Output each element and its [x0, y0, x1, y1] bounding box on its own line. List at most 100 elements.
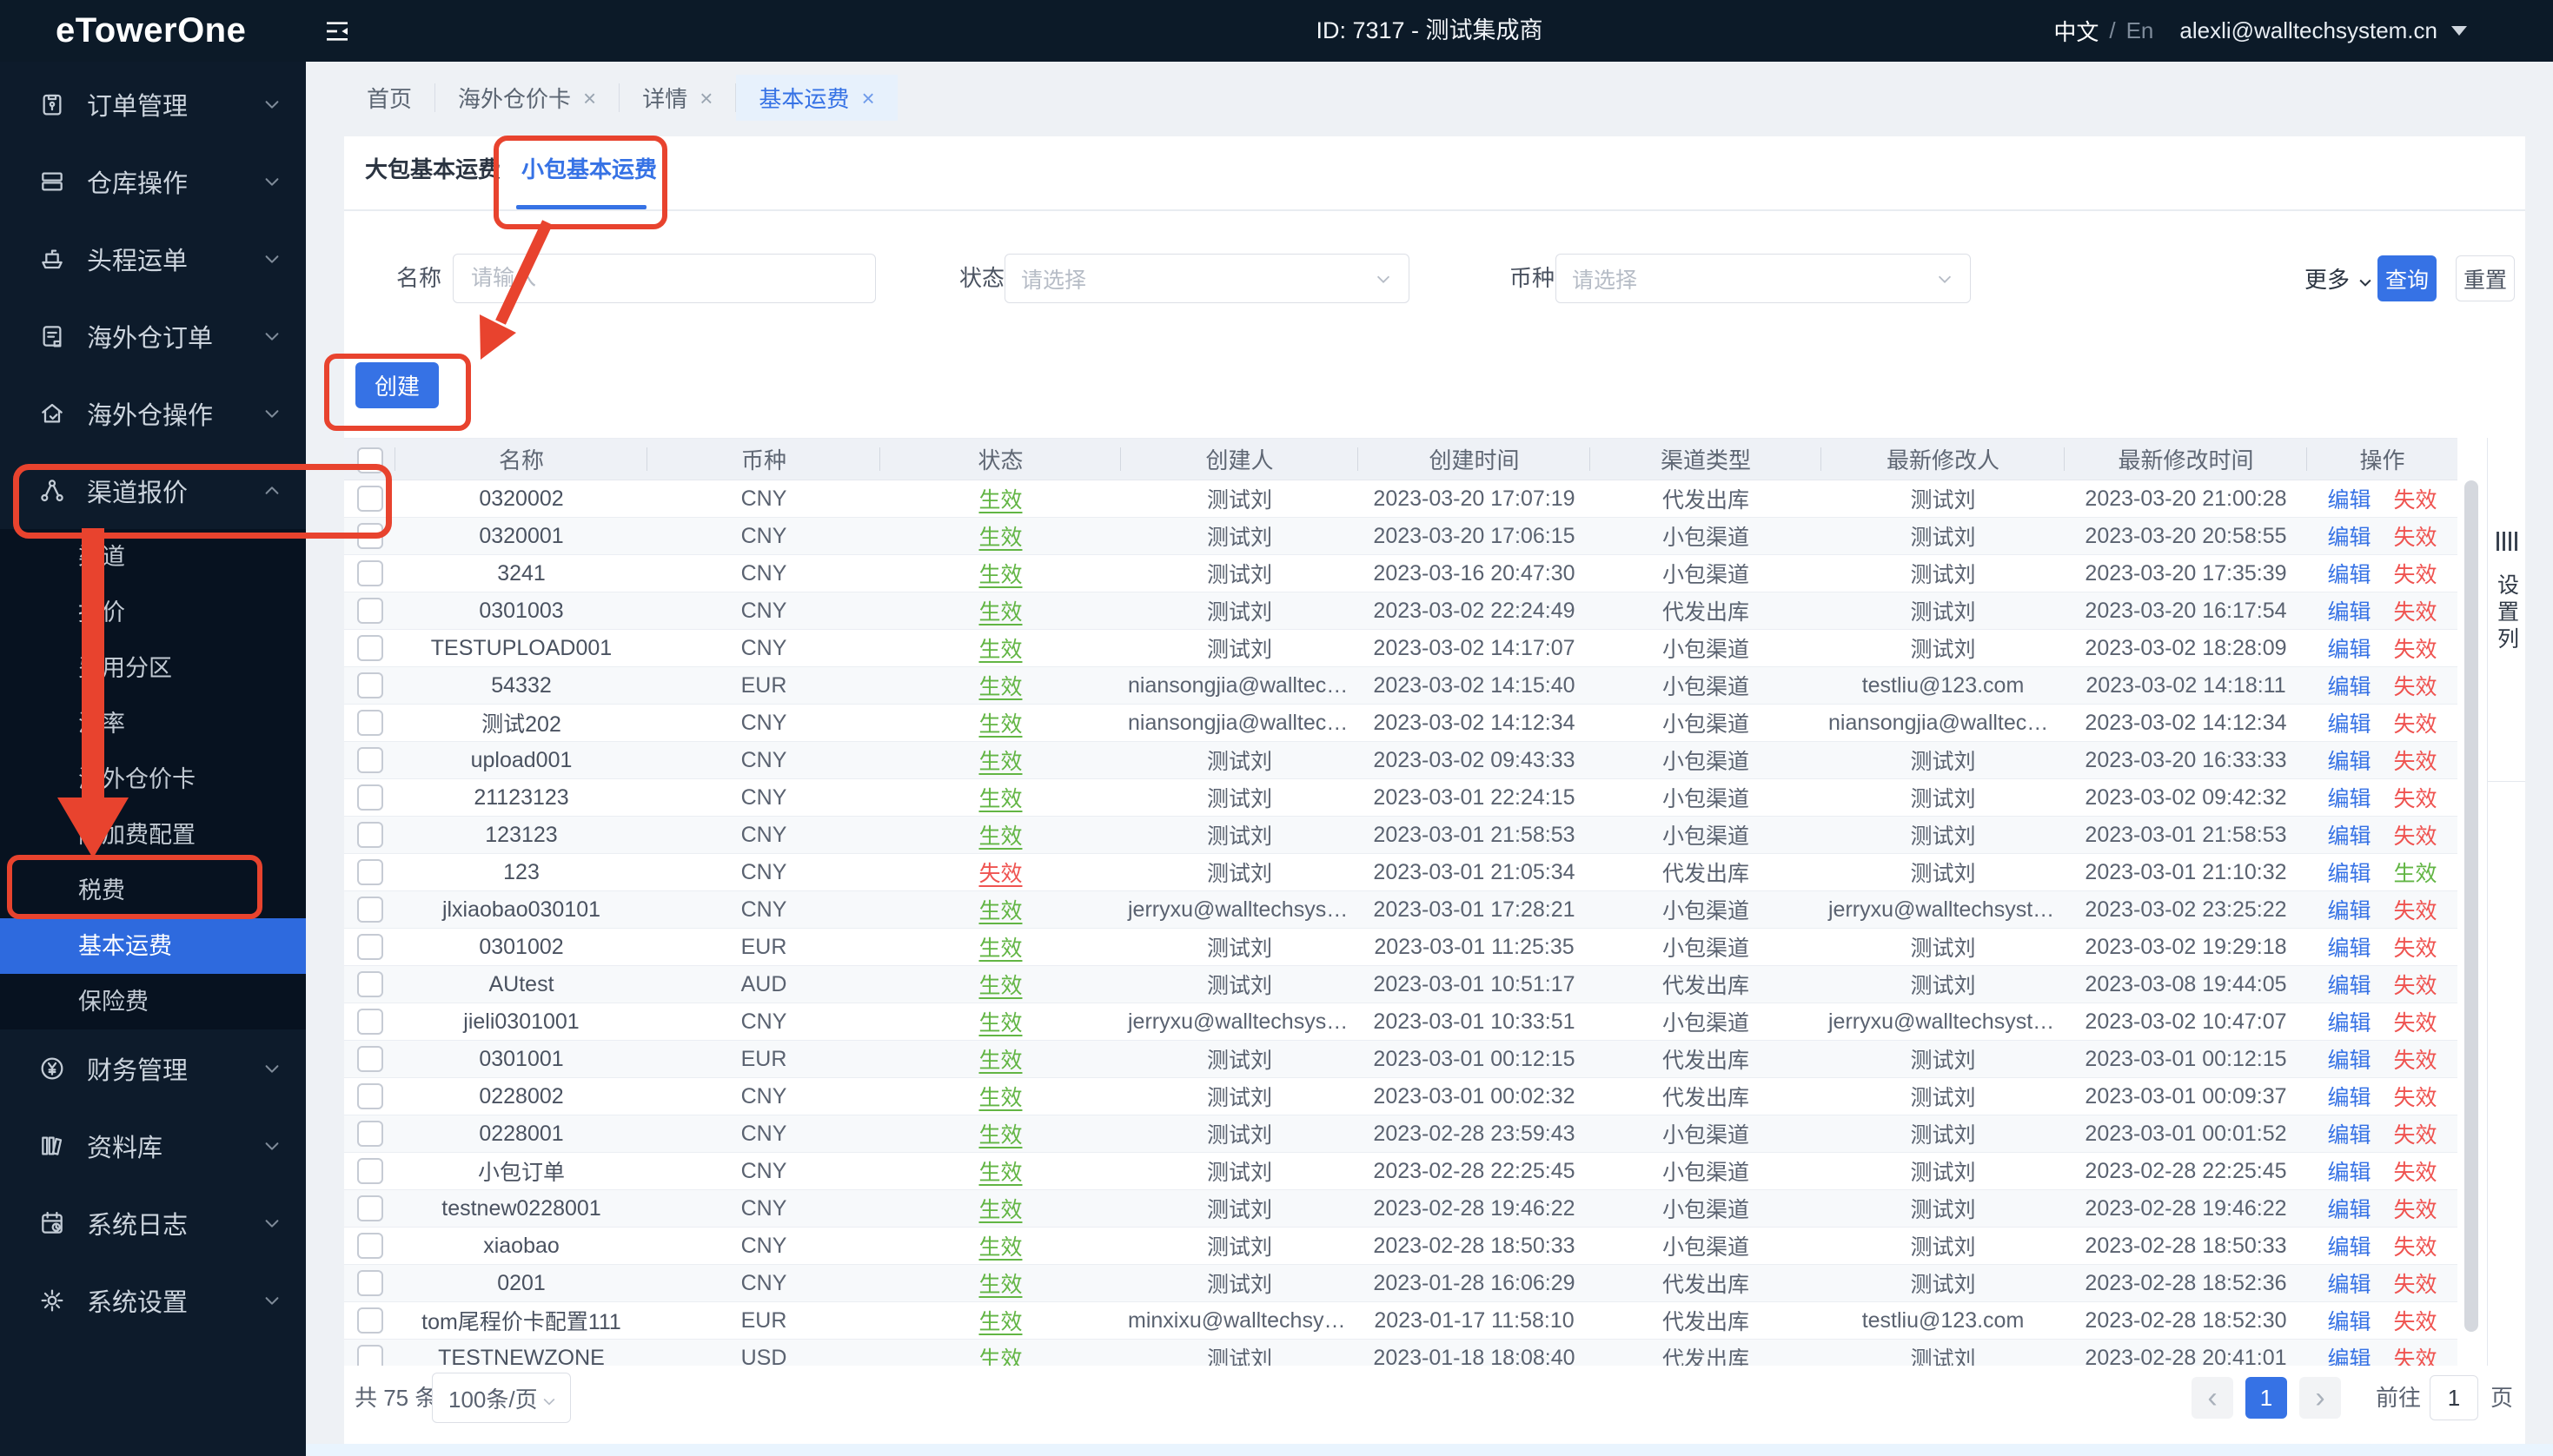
prev-page-button[interactable]: ‹: [2192, 1377, 2233, 1419]
toggle-status-link[interactable]: 失效: [2394, 712, 2437, 737]
toggle-status-link[interactable]: 失效: [2394, 1273, 2437, 1297]
sidebar-item-头程运单[interactable]: 头程运单: [0, 220, 306, 297]
row-checkbox[interactable]: [356, 1307, 383, 1334]
goto-page-input[interactable]: [2430, 1375, 2478, 1420]
edit-link[interactable]: 编辑: [2327, 862, 2371, 886]
page-size-select[interactable]: 100条/页: [432, 1373, 571, 1423]
toggle-status-link[interactable]: 失效: [2394, 1086, 2437, 1110]
reset-button[interactable]: 重置: [2456, 255, 2515, 301]
edit-link[interactable]: 编辑: [2327, 1310, 2371, 1334]
subtab-小包基本运费[interactable]: 小包基本运费: [521, 152, 657, 184]
user-menu-caret-icon[interactable]: [2451, 26, 2467, 36]
edit-link[interactable]: 编辑: [2327, 526, 2371, 550]
edit-link[interactable]: 编辑: [2327, 1347, 2371, 1366]
toggle-status-link[interactable]: 失效: [2394, 1049, 2437, 1073]
toggle-status-link[interactable]: 失效: [2394, 750, 2437, 774]
toggle-status-link[interactable]: 失效: [2394, 1011, 2437, 1036]
edit-link[interactable]: 编辑: [2327, 750, 2371, 774]
submenu-item-汇率[interactable]: 汇率: [0, 696, 306, 751]
search-button[interactable]: 查询: [2377, 255, 2437, 301]
edit-link[interactable]: 编辑: [2327, 1161, 2371, 1185]
edit-link[interactable]: 编辑: [2327, 1123, 2371, 1148]
row-checkbox[interactable]: [356, 897, 383, 923]
tab-首页[interactable]: 首页: [344, 75, 434, 121]
submenu-item-税费[interactable]: 税费: [0, 863, 306, 918]
row-checkbox[interactable]: [356, 934, 383, 961]
edit-link[interactable]: 编辑: [2327, 787, 2371, 811]
toggle-status-link[interactable]: 失效: [2394, 899, 2437, 923]
row-checkbox[interactable]: [356, 971, 383, 998]
name-filter-input[interactable]: [453, 254, 876, 303]
sidebar-item-系统日志[interactable]: 系统日志: [0, 1184, 306, 1261]
table-vertical-scrollbar[interactable]: [2464, 480, 2478, 1332]
close-icon[interactable]: ×: [700, 87, 713, 109]
submenu-item-渠道[interactable]: 渠道: [0, 529, 306, 585]
edit-link[interactable]: 编辑: [2327, 600, 2371, 625]
sidebar-item-财务管理[interactable]: 财务管理: [0, 1029, 306, 1107]
edit-link[interactable]: 编辑: [2327, 1086, 2371, 1110]
toggle-status-link[interactable]: 失效: [2394, 526, 2437, 550]
toggle-status-link[interactable]: 失效: [2394, 1161, 2437, 1185]
edit-link[interactable]: 编辑: [2327, 824, 2371, 849]
toggle-status-link[interactable]: 失效: [2394, 1198, 2437, 1222]
toggle-status-link[interactable]: 失效: [2394, 488, 2437, 513]
row-checkbox[interactable]: [356, 672, 383, 699]
toggle-status-link[interactable]: 失效: [2394, 1310, 2437, 1334]
row-checkbox[interactable]: [356, 1083, 383, 1110]
lang-en[interactable]: En: [2126, 17, 2154, 44]
more-filters-button[interactable]: 更多: [2304, 254, 2374, 303]
create-button[interactable]: 创建: [355, 362, 439, 408]
toggle-status-link[interactable]: 失效: [2394, 787, 2437, 811]
next-page-button[interactable]: ›: [2299, 1377, 2341, 1419]
edit-link[interactable]: 编辑: [2327, 1273, 2371, 1297]
toggle-status-link[interactable]: 生效: [2394, 862, 2437, 886]
currency-filter-select[interactable]: 请选择: [1555, 254, 1971, 303]
edit-link[interactable]: 编辑: [2327, 675, 2371, 699]
toggle-status-link[interactable]: 失效: [2394, 824, 2437, 849]
row-checkbox[interactable]: [356, 747, 383, 774]
row-checkbox[interactable]: [356, 1233, 383, 1260]
subtab-大包基本运费[interactable]: 大包基本运费: [365, 152, 501, 184]
submenu-item-保险费[interactable]: 保险费: [0, 974, 306, 1029]
status-filter-select[interactable]: 请选择: [1005, 254, 1409, 303]
submenu-item-费用分区[interactable]: 费用分区: [0, 640, 306, 696]
user-email[interactable]: alexli@walltechsystem.cn: [2179, 17, 2437, 44]
sidebar-item-渠道报价[interactable]: 渠道报价: [0, 452, 306, 529]
sidebar-item-资料库[interactable]: 资料库: [0, 1107, 306, 1184]
row-checkbox[interactable]: [356, 1158, 383, 1185]
row-checkbox[interactable]: [356, 560, 383, 587]
sidebar-item-系统设置[interactable]: 系统设置: [0, 1261, 306, 1339]
row-checkbox[interactable]: [356, 1345, 383, 1366]
row-checkbox[interactable]: [356, 859, 383, 886]
edit-link[interactable]: 编辑: [2327, 1235, 2371, 1260]
toggle-status-link[interactable]: 失效: [2394, 974, 2437, 998]
row-checkbox[interactable]: [356, 1046, 383, 1073]
collapse-menu-icon[interactable]: [323, 17, 351, 45]
row-checkbox[interactable]: [356, 523, 383, 550]
select-all-checkbox[interactable]: [356, 447, 383, 473]
edit-link[interactable]: 编辑: [2327, 899, 2371, 923]
edit-link[interactable]: 编辑: [2327, 1049, 2371, 1073]
close-icon[interactable]: ×: [861, 87, 874, 109]
current-page-button[interactable]: 1: [2245, 1377, 2287, 1419]
row-checkbox[interactable]: [356, 822, 383, 849]
edit-link[interactable]: 编辑: [2327, 974, 2371, 998]
row-checkbox[interactable]: [356, 598, 383, 625]
tab-基本运费[interactable]: 基本运费 ×: [736, 75, 898, 121]
toggle-status-link[interactable]: 失效: [2394, 638, 2437, 662]
sidebar-item-仓库操作[interactable]: 仓库操作: [0, 142, 306, 220]
toggle-status-link[interactable]: 失效: [2394, 563, 2437, 587]
edit-link[interactable]: 编辑: [2327, 1198, 2371, 1222]
sidebar-item-订单管理[interactable]: 订单管理: [0, 65, 306, 142]
edit-link[interactable]: 编辑: [2327, 712, 2371, 737]
tab-详情[interactable]: 详情 ×: [620, 75, 735, 121]
submenu-item-附加费配置[interactable]: 附加费配置: [0, 807, 306, 863]
edit-link[interactable]: 编辑: [2327, 488, 2371, 513]
submenu-item-基本运费[interactable]: 基本运费: [0, 918, 306, 974]
toggle-status-link[interactable]: 失效: [2394, 1123, 2437, 1148]
edit-link[interactable]: 编辑: [2327, 936, 2371, 961]
toggle-status-link[interactable]: 失效: [2394, 1347, 2437, 1366]
edit-link[interactable]: 编辑: [2327, 1011, 2371, 1036]
sidebar-item-海外仓操作[interactable]: 海外仓操作: [0, 374, 306, 452]
sidebar-item-海外仓订单[interactable]: 海外仓订单: [0, 297, 306, 374]
